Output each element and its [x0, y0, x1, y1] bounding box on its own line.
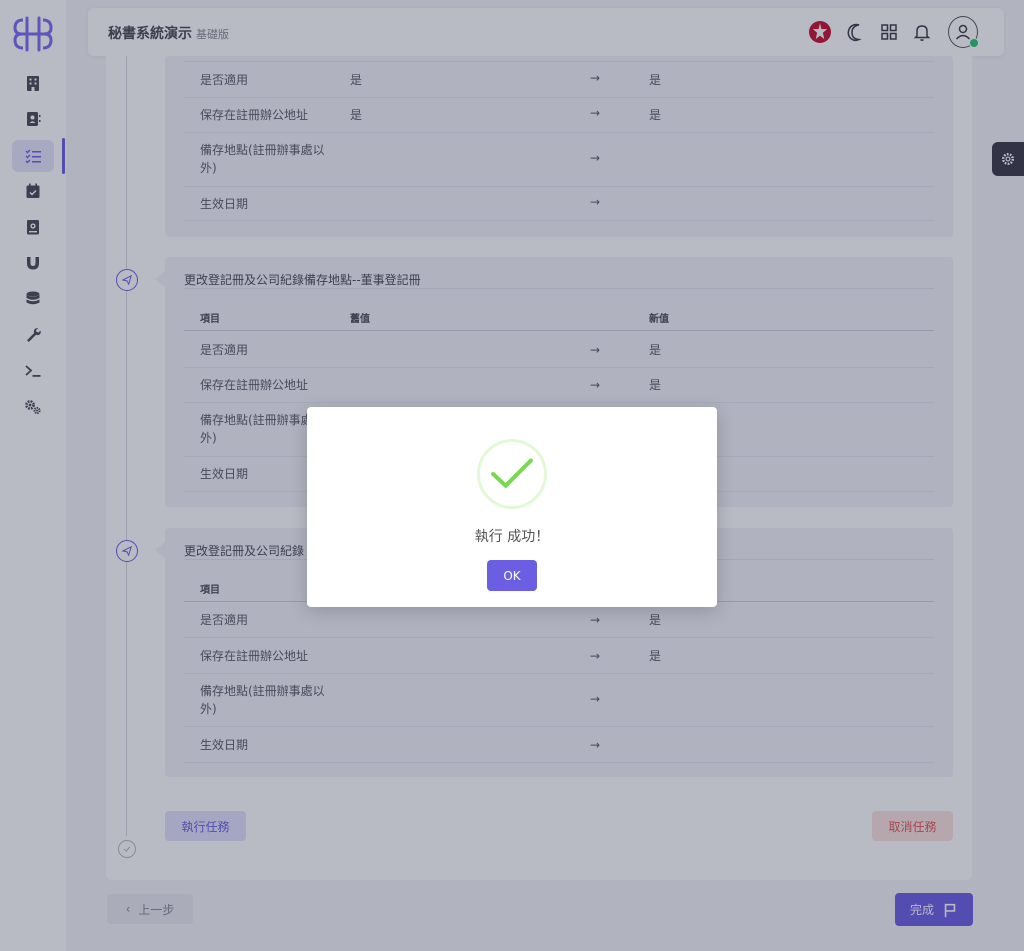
success-icon [477, 439, 547, 509]
success-dialog: 執行 成功！ OK [307, 407, 717, 607]
ok-button[interactable]: OK [487, 560, 537, 591]
dialog-message: 執行 成功！ [474, 529, 550, 545]
